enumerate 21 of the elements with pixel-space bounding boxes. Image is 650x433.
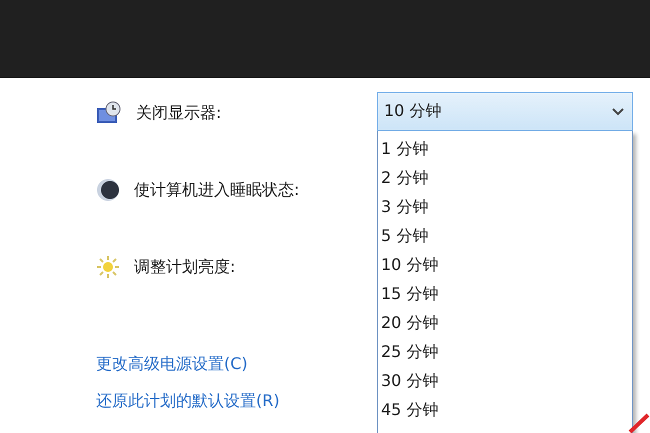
settings-link[interactable]: 更改高级电源设置(C) — [96, 354, 377, 375]
sun-icon — [96, 255, 120, 279]
settings-link[interactable]: 还原此计划的默认设置(R) — [96, 391, 377, 412]
dropdown-option[interactable]: 2 分钟 — [378, 163, 632, 192]
setting-label: 使计算机进入睡眠状态: — [134, 180, 300, 200]
annotation-line — [628, 413, 650, 433]
dropdown-option[interactable]: 30 分钟 — [378, 366, 632, 395]
chevron-down-icon — [612, 108, 624, 116]
dropdown-option[interactable]: 1 分钟 — [378, 134, 632, 163]
dropdown-option[interactable]: 15 分钟 — [378, 279, 632, 308]
dropdown-option[interactable]: 3 分钟 — [378, 192, 632, 221]
monitor-clock-icon — [96, 101, 122, 125]
dropdown-option[interactable]: 20 分钟 — [378, 308, 632, 337]
moon-icon — [96, 178, 120, 202]
dropdown-option[interactable]: 25 分钟 — [378, 337, 632, 366]
dropdown-option[interactable]: 10 分钟 — [378, 250, 632, 279]
setting-label: 关闭显示器: — [136, 102, 222, 124]
dropdown-option[interactable]: 5 分钟 — [378, 221, 632, 250]
time-dropdown[interactable]: 10 分钟 — [377, 92, 633, 131]
dropdown-option[interactable]: 45 分钟 — [378, 395, 632, 424]
setting-label: 调整计划亮度: — [134, 256, 236, 278]
